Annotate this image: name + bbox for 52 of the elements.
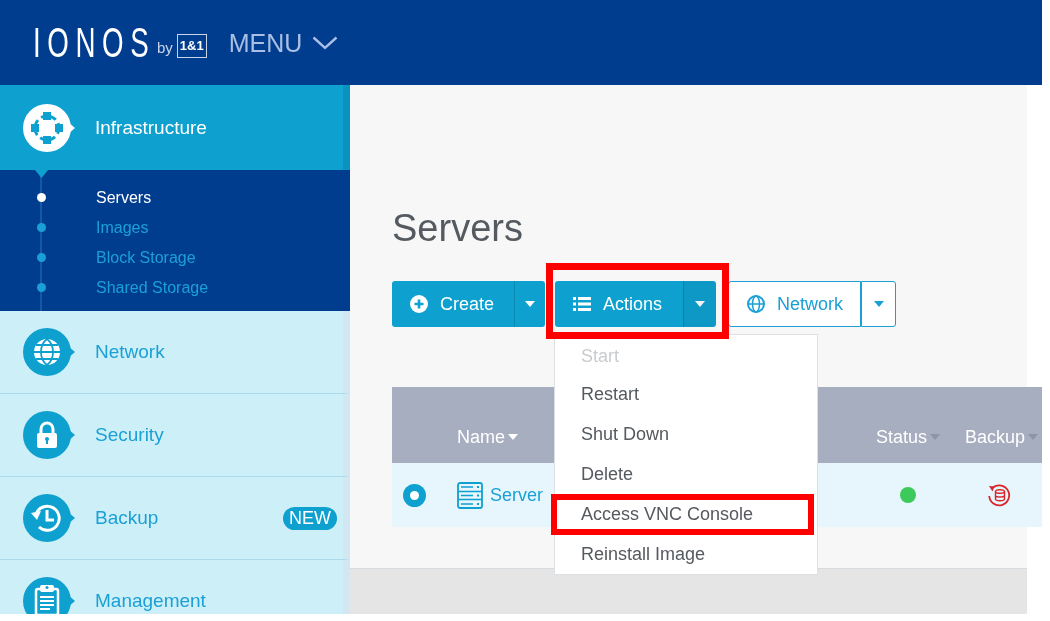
bullet-icon xyxy=(37,193,46,202)
menu-item[interactable]: Shut Down xyxy=(555,414,817,454)
sidebar-item[interactable]: Backup NEW xyxy=(0,477,350,560)
sidebar-item[interactable]: Network xyxy=(0,311,350,394)
bullet-icon xyxy=(37,283,46,292)
sidebar-item[interactable]: Management xyxy=(0,560,350,614)
logo-tagline: by xyxy=(157,38,173,57)
logo-wordmark: IONOS xyxy=(33,20,156,65)
sort-caret-icon xyxy=(1028,434,1039,440)
menu-item[interactable]: Restart xyxy=(555,374,817,414)
page-title: Servers xyxy=(392,206,523,250)
server-icon xyxy=(457,481,483,509)
plus-circle-icon xyxy=(410,295,428,313)
chevron-down-icon xyxy=(312,35,339,50)
menu-item[interactable]: Reinstall Image xyxy=(555,534,817,574)
sort-caret-icon xyxy=(508,434,518,440)
caret-icon xyxy=(525,301,535,307)
toolbar-button[interactable]: Actions xyxy=(555,281,683,327)
dropdown-toggle-button[interactable] xyxy=(514,281,545,327)
column-header[interactable]: Status xyxy=(876,426,941,448)
submenu-item[interactable]: Block Storage xyxy=(0,243,196,273)
submenu-item[interactable]: Servers xyxy=(0,183,152,213)
list-icon xyxy=(573,297,591,311)
clipboard-icon xyxy=(22,576,76,614)
globe-icon xyxy=(747,295,765,313)
caret-icon xyxy=(873,301,884,307)
toolbar-button[interactable]: Create xyxy=(392,281,514,327)
dashed-ring-icon xyxy=(22,102,76,153)
globe-icon xyxy=(22,327,76,377)
menu-button[interactable]: MENU xyxy=(228,27,339,58)
dropdown-toggle-button[interactable] xyxy=(861,281,896,327)
menu-item[interactable]: Access VNC Console xyxy=(557,500,808,529)
submenu-item[interactable]: Images xyxy=(0,213,149,243)
server-link[interactable]: Server xyxy=(490,481,543,509)
sidebar-item[interactable]: Infrastructure xyxy=(0,85,350,170)
radio-button[interactable] xyxy=(403,483,426,507)
sidebar-item[interactable]: Security xyxy=(0,394,350,477)
column-header[interactable]: Backup xyxy=(965,426,1039,448)
bullet-icon xyxy=(37,223,46,232)
logo-badge: 1&1 xyxy=(176,33,207,58)
submenu-item[interactable]: Shared Storage xyxy=(0,273,209,303)
clock-arrow-icon xyxy=(22,493,76,543)
column-header[interactable]: Name xyxy=(457,426,518,448)
new-badge: NEW xyxy=(283,506,337,530)
pointer-notch-icon xyxy=(35,170,48,178)
padlock-icon xyxy=(22,410,76,460)
dropdown-toggle-button[interactable] xyxy=(683,281,716,327)
backup-restore-icon xyxy=(987,483,1011,507)
caret-icon xyxy=(695,301,705,307)
toolbar-button[interactable]: Network xyxy=(728,281,861,327)
sort-caret-icon xyxy=(930,434,941,440)
bullet-icon xyxy=(37,253,46,262)
